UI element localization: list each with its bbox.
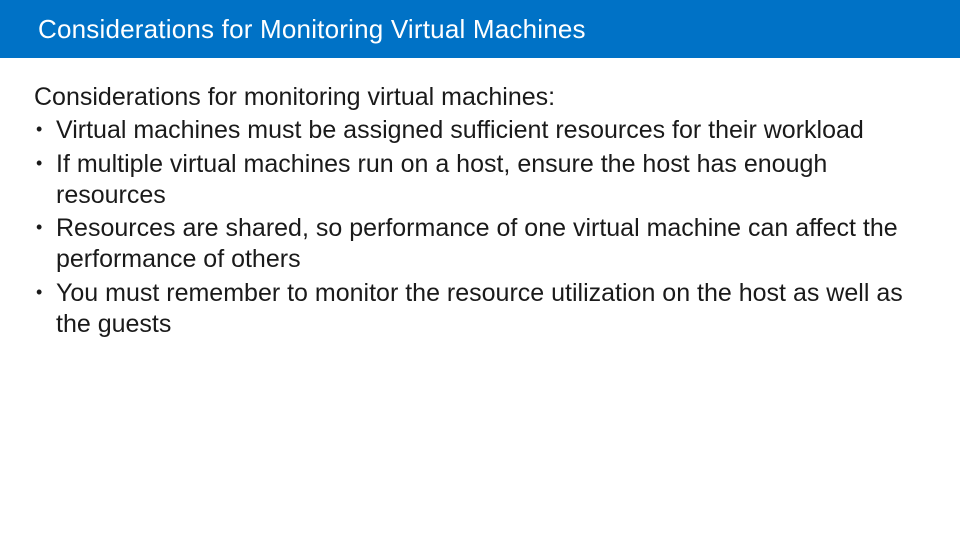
bullet-list: Virtual machines must be assigned suffic… (34, 115, 926, 340)
bullet-item: Resources are shared, so performance of … (34, 213, 926, 276)
bullet-item: You must remember to monitor the resourc… (34, 278, 926, 341)
bullet-item: If multiple virtual machines run on a ho… (34, 149, 926, 212)
slide-header: Considerations for Monitoring Virtual Ma… (0, 0, 960, 58)
slide-title: Considerations for Monitoring Virtual Ma… (38, 14, 586, 45)
slide-body: Considerations for monitoring virtual ma… (0, 58, 960, 340)
bullet-item: Virtual machines must be assigned suffic… (34, 115, 926, 146)
intro-text: Considerations for monitoring virtual ma… (34, 82, 926, 113)
